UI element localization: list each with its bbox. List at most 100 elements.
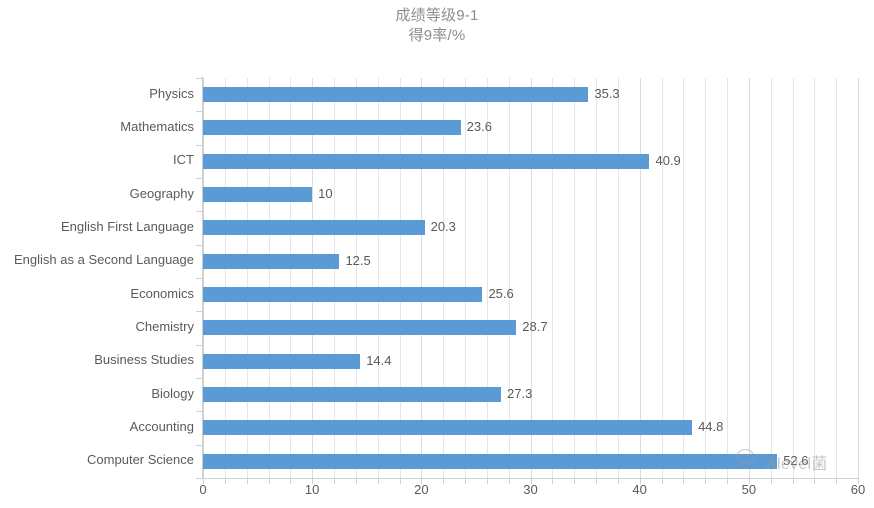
bar-row[interactable]: 20.3 <box>203 211 858 244</box>
bar-row[interactable]: 12.5 <box>203 245 858 278</box>
value-tick <box>683 479 685 484</box>
value-tick <box>224 479 226 484</box>
value-tick <box>268 479 270 484</box>
bar-row[interactable]: 10 <box>203 178 858 211</box>
value-tick-label: 60 <box>850 482 866 497</box>
plot-area: 35.3 23.6 40.9 10 20.3 12.5 25.6 28.7 14.4 27.3 44… <box>203 78 859 478</box>
value-tick <box>377 479 379 484</box>
category-tick <box>196 478 202 479</box>
category-label: English First Language <box>61 219 194 234</box>
bar[interactable] <box>203 320 517 336</box>
bar-value-label: 35.3 <box>594 86 620 101</box>
bar[interactable] <box>203 387 502 402</box>
bar-row[interactable]: 52.6 <box>203 445 858 478</box>
category-tick <box>196 178 202 179</box>
category-tick <box>196 444 202 446</box>
category-label: Business Studies <box>94 352 194 368</box>
bar[interactable] <box>203 253 340 269</box>
bar[interactable] <box>203 153 650 169</box>
bar-row[interactable]: 14.4 <box>203 345 858 378</box>
bar-row[interactable]: 27.3 <box>203 378 858 411</box>
bar[interactable] <box>203 220 425 236</box>
category-label: Accounting <box>129 419 194 434</box>
value-tick <box>465 479 466 484</box>
category-tick <box>196 211 202 213</box>
value-tick <box>508 479 510 484</box>
value-tick <box>770 479 772 484</box>
value-tick <box>748 479 750 484</box>
category-label: Physics <box>149 85 194 101</box>
value-tick <box>858 479 859 484</box>
bar-row[interactable]: 25.6 <box>203 278 858 311</box>
value-tick <box>705 479 707 484</box>
bar-value-label: 52.6 <box>783 452 809 468</box>
category-label: English as a Second Language <box>14 252 194 268</box>
bar[interactable] <box>203 287 483 302</box>
bar[interactable] <box>203 187 313 202</box>
value-tick-label: 20 <box>414 482 429 497</box>
value-tick <box>836 479 838 484</box>
value-tick-label: 40 <box>632 482 647 497</box>
bar-row[interactable]: 40.9 <box>203 145 858 178</box>
bar-value-label: 12.5 <box>345 252 371 268</box>
value-tick <box>399 479 401 484</box>
bar[interactable] <box>203 420 693 436</box>
chart-title: 成绩等级9-1 <box>395 7 479 24</box>
chart-title-block: 成绩等级9-1 得9率/% <box>0 6 874 47</box>
category-tick <box>196 111 202 113</box>
bar-value-label: 23.6 <box>466 119 492 135</box>
category-label: Computer Science <box>87 452 194 468</box>
value-tick <box>574 479 576 484</box>
category-label: ICT <box>173 152 194 168</box>
bar-row[interactable]: 23.6 <box>203 111 858 144</box>
category-axis-labels: Physics Mathematics ICT Geography English Fi… <box>0 78 194 478</box>
bar-value-label: 40.9 <box>655 152 681 168</box>
bar[interactable] <box>203 120 461 136</box>
bar-row[interactable]: 28.7 <box>203 311 858 344</box>
category-tick <box>196 244 202 246</box>
category-label: Mathematics <box>120 119 194 134</box>
value-tick <box>334 479 335 484</box>
value-tick <box>312 479 314 484</box>
category-label: Geography <box>129 185 194 201</box>
value-tick <box>727 479 728 484</box>
category-tick <box>196 78 202 79</box>
value-tick-label: 0 <box>199 482 207 497</box>
category-label: Chemistry <box>135 319 194 334</box>
value-tick <box>617 479 619 484</box>
bar-value-label: 28.7 <box>522 319 548 335</box>
category-tick <box>196 378 202 379</box>
value-tick <box>814 479 816 484</box>
bar-row[interactable]: 35.3 <box>203 78 858 111</box>
value-tick <box>639 479 641 484</box>
value-tick <box>792 479 794 484</box>
value-tick <box>203 479 204 484</box>
value-tick <box>443 479 445 484</box>
bar-value-label: 27.3 <box>507 386 533 401</box>
value-tick <box>421 479 423 484</box>
bars-layer: 35.3 23.6 40.9 10 20.3 12.5 25.6 28.7 14.4 27.3 44… <box>203 78 858 478</box>
value-tick-label: 30 <box>523 482 538 497</box>
value-tick <box>355 479 357 484</box>
bar-value-label: 10 <box>318 186 333 201</box>
bar[interactable] <box>203 453 778 469</box>
value-tick <box>246 479 248 484</box>
bar[interactable] <box>203 87 589 102</box>
bar-value-label: 20.3 <box>430 219 456 235</box>
category-tick <box>196 344 202 346</box>
category-label: Economics <box>130 285 194 301</box>
gridline <box>858 78 859 478</box>
chart-subtitle: 得9率/% <box>408 27 466 45</box>
category-tick <box>196 311 202 313</box>
category-tick <box>196 144 202 146</box>
value-tick <box>530 479 532 484</box>
category-tick <box>196 278 202 279</box>
bar-row[interactable]: 44.8 <box>203 411 858 444</box>
bar-value-label: 25.6 <box>488 286 514 301</box>
category-label: Biology <box>151 385 194 401</box>
value-tick <box>486 479 488 484</box>
bar[interactable] <box>203 353 361 369</box>
value-tick <box>290 479 292 484</box>
value-axis-labels: 0 10 20 30 40 50 60 <box>199 482 865 506</box>
bar-value-label: 44.8 <box>698 419 724 435</box>
